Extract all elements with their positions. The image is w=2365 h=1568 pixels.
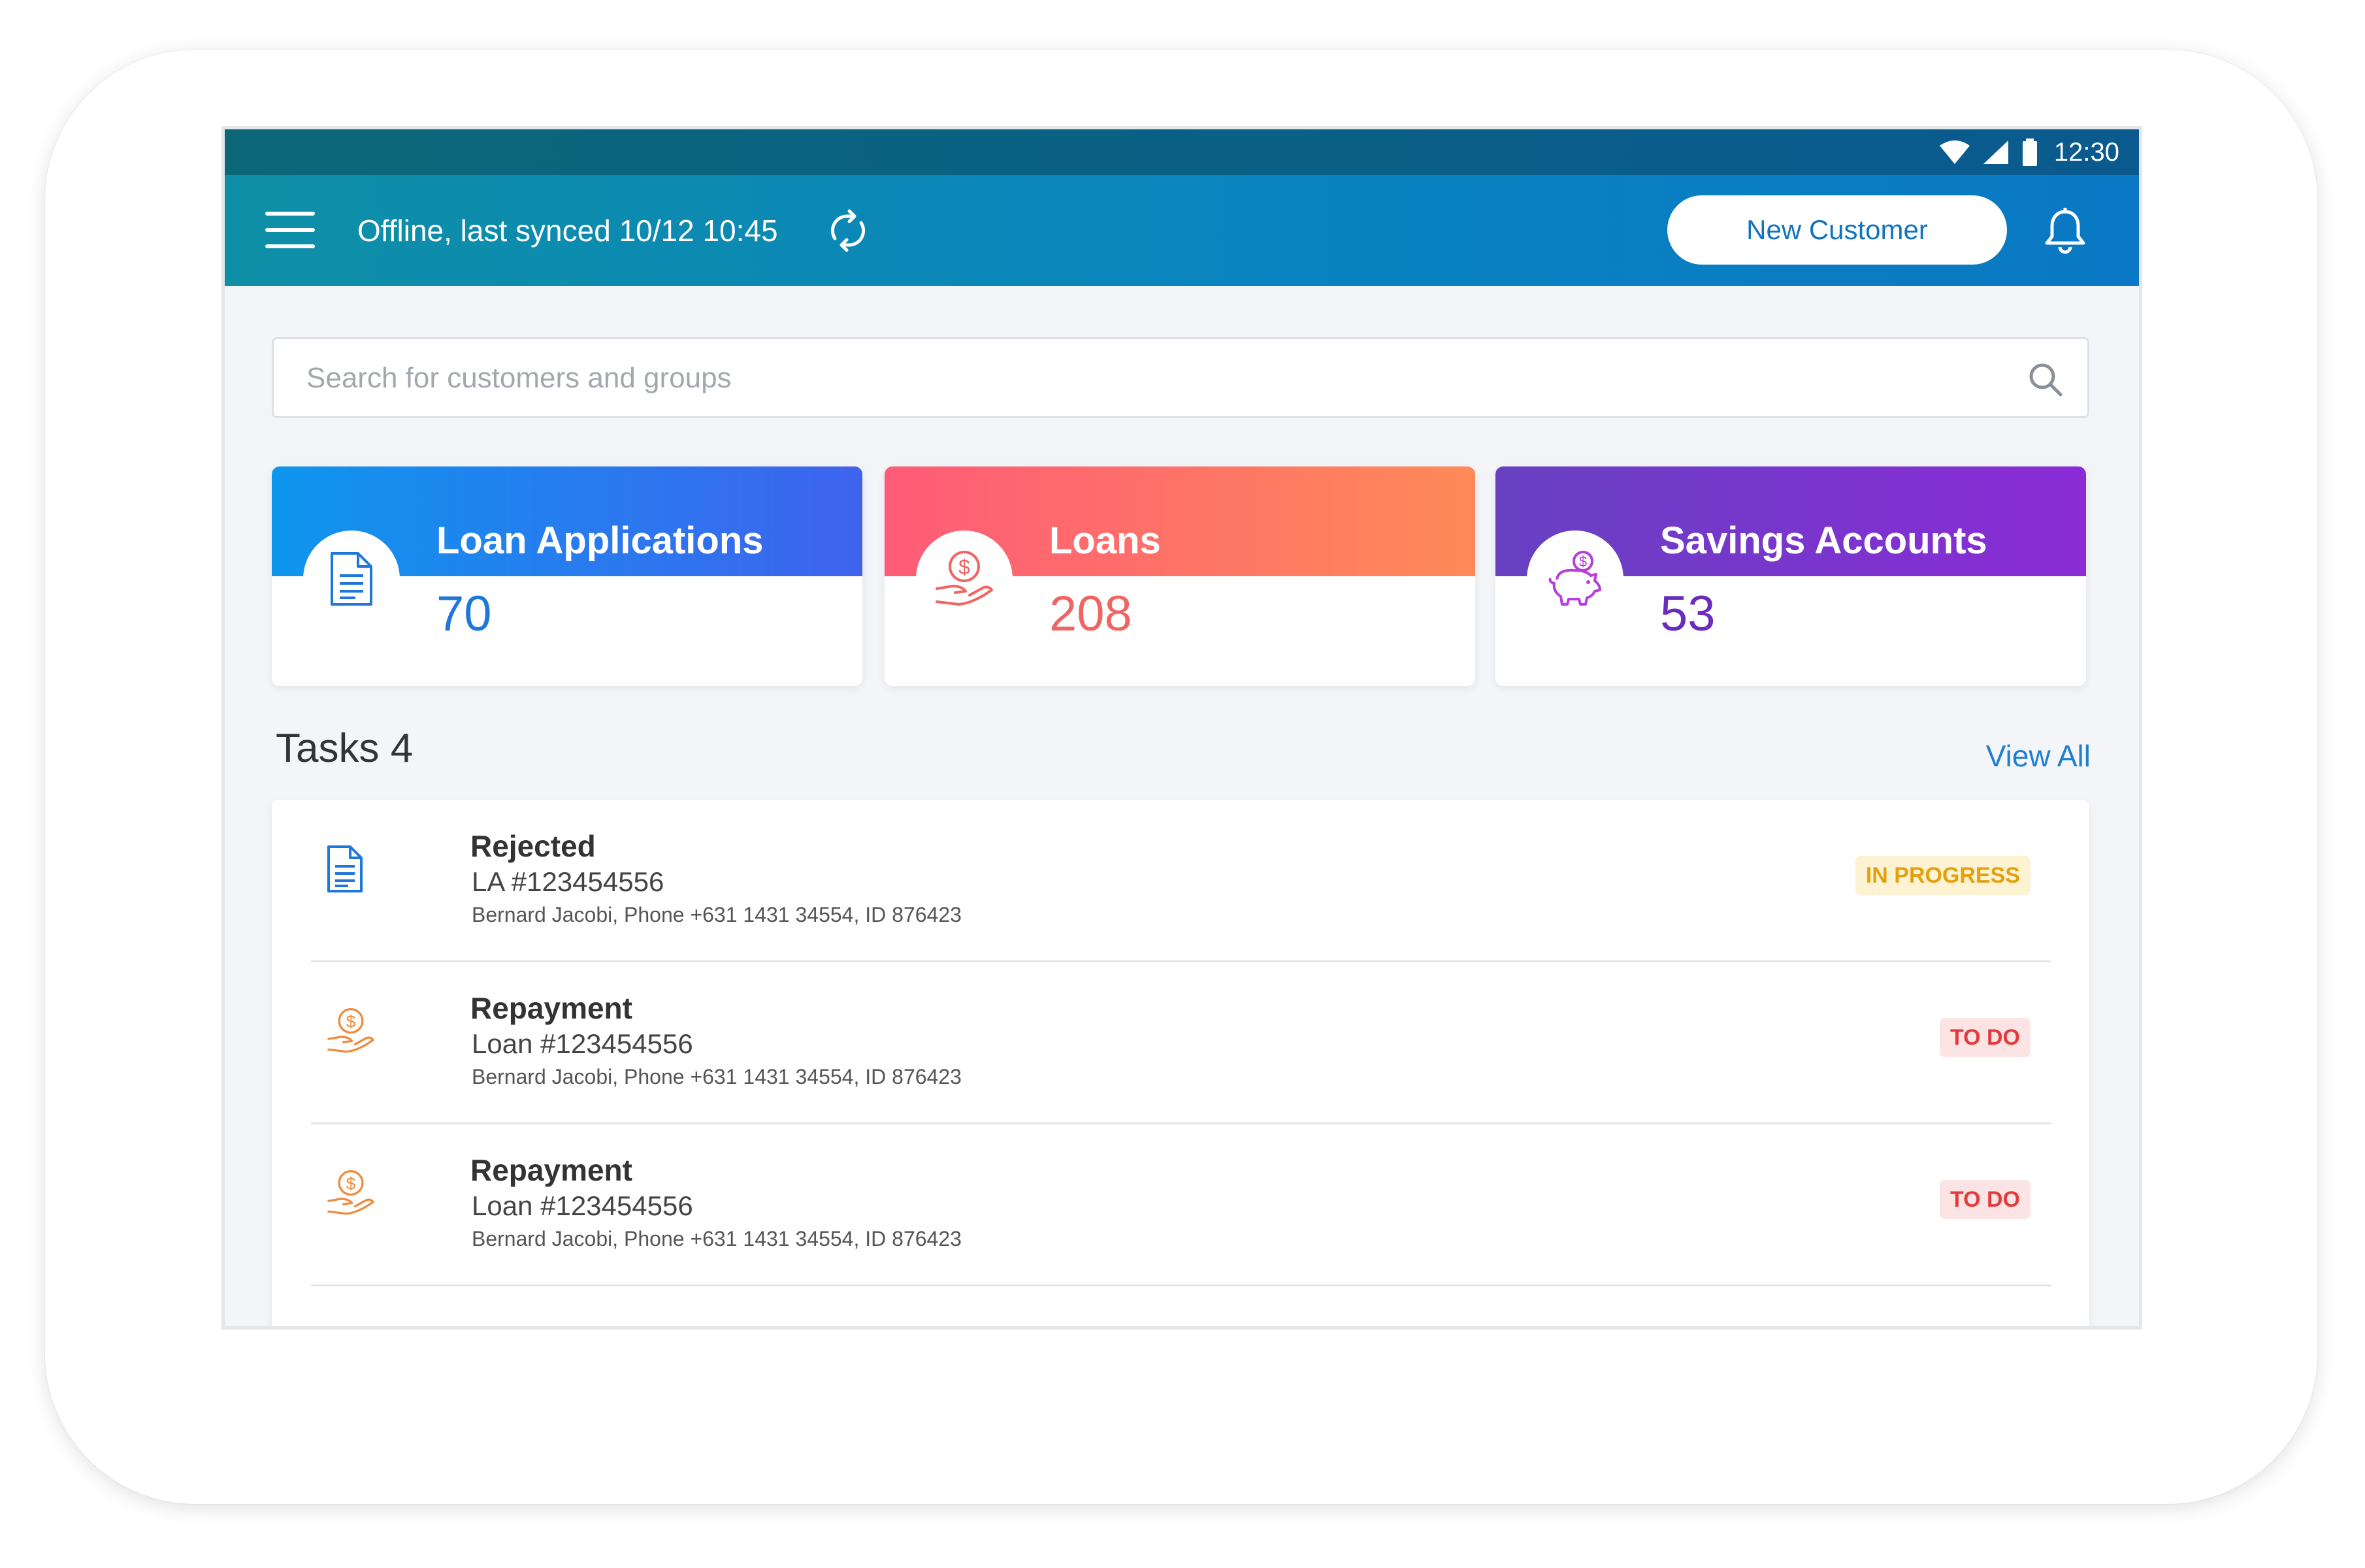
app-bar: Offline, last synced 10/12 10:45 New Cus… [225,175,2139,286]
search-bar [272,337,2089,418]
card-count: 208 [1049,586,1132,642]
piggy-bank-icon: $ [1548,551,1601,606]
battery-icon [2022,139,2037,166]
svg-text:$: $ [346,1173,356,1193]
svg-text:$: $ [1579,553,1587,570]
task-type: Repayment [470,991,632,1025]
sync-status-text: Offline, last synced 10/12 10:45 [357,214,778,248]
task-type: Rejected [470,829,596,863]
document-icon [331,552,372,606]
wifi-icon [1939,140,1970,164]
sync-icon[interactable] [822,204,874,257]
svg-text:$: $ [346,1011,356,1031]
status-badge: IN PROGRESS [1855,856,2031,895]
task-item[interactable]: $ Repayment Loan #123454556 Bernard Jaco… [311,1124,2051,1286]
hand-coin-icon: $ [936,551,993,606]
status-badge: TO DO [1939,1180,2031,1219]
tasks-heading: Tasks 4 [276,726,414,771]
task-reference: Loan #123454556 [472,1190,693,1221]
task-item[interactable]: $ Repayment Loan #123454556 Bernard Jaco… [311,962,2051,1124]
status-time: 12:30 [2053,137,2119,167]
hand-coin-icon: $ [327,1008,374,1053]
hand-coin-icon: $ [327,1170,374,1215]
view-all-link[interactable]: View All [1986,738,2091,774]
loan-applications-card[interactable]: Loan Applications 70 [272,466,862,686]
task-details: Bernard Jacobi, Phone +631 1431 34554, I… [472,1065,962,1088]
app-screen: 12:30 Offline, last synced 10/12 10:45 N… [225,129,2139,1326]
task-item[interactable]: Rejected LA #123454556 Bernard Jacobi, P… [311,800,2051,962]
search-input[interactable] [305,339,1974,417]
card-count: 53 [1660,586,1716,642]
hamburger-menu-icon[interactable] [265,212,315,248]
task-details: Bernard Jacobi, Phone +631 1431 34554, I… [472,1227,962,1250]
card-title: Savings Accounts [1660,519,1987,562]
task-type: Repayment [470,1153,632,1187]
card-icon-circle: $ [916,531,1013,627]
svg-text:$: $ [958,555,970,579]
signal-icon [1983,140,2008,164]
new-customer-button[interactable]: New Customer [1667,195,2007,265]
card-title: Loans [1049,519,1161,562]
loans-card[interactable]: Loans 208 $ [885,466,1475,686]
card-title: Loan Applications [436,519,764,562]
task-list: Rejected LA #123454556 Bernard Jacobi, P… [272,800,2089,1326]
card-icon-circle [303,531,400,627]
card-icon-circle: $ [1527,531,1623,627]
savings-accounts-card[interactable]: Savings Accounts 53 $ [1495,466,2086,686]
notification-bell-icon[interactable] [2042,208,2088,255]
document-icon [327,845,363,892]
status-badge: TO DO [1939,1018,2031,1057]
status-indicators: 12:30 [1939,129,2119,175]
status-bar: 12:30 [225,129,2139,175]
search-icon[interactable] [2027,361,2064,398]
task-reference: LA #123454556 [472,866,664,897]
task-details: Bernard Jacobi, Phone +631 1431 34554, I… [472,903,962,926]
task-reference: Loan #123454556 [472,1028,693,1059]
card-count: 70 [436,586,492,642]
